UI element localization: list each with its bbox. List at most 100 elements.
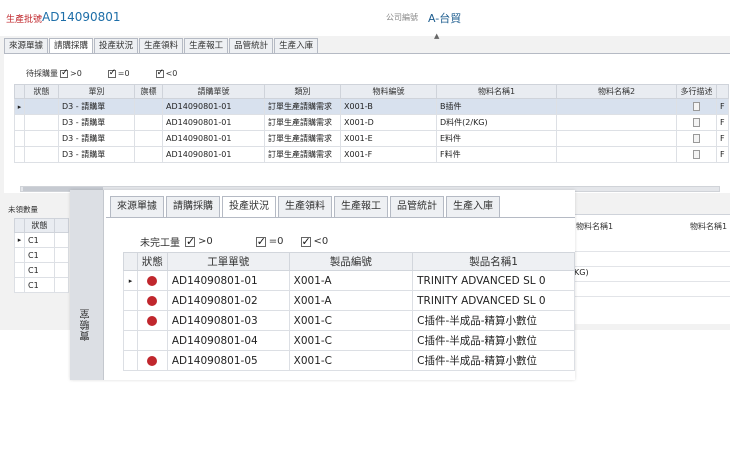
table-row[interactable]: C1 — [14, 247, 69, 263]
row-pointer-icon: ▸ — [14, 232, 25, 248]
col-item-name2[interactable]: 物料名稱2 — [556, 84, 677, 99]
cell-type: D3 - 請購單 — [58, 98, 135, 115]
table-row[interactable]: C1 — [14, 277, 69, 293]
status-dot-icon — [147, 315, 158, 326]
tab-source-docs[interactable]: 來源單據 — [4, 38, 49, 53]
cell-item-name: D料件(2/KG) — [436, 114, 557, 131]
cell-item-no: X001-F — [340, 146, 437, 163]
tab-purchase[interactable]: 請購採購 — [166, 196, 220, 217]
cell-item-name: E料件 — [436, 130, 557, 147]
col-item-name1[interactable]: 物料名稱1 — [436, 84, 557, 99]
filter-gt0-label: >0 — [70, 69, 82, 78]
cell-request-no: AD14090801-01 — [162, 130, 265, 147]
sidebar-label[interactable]: 實驗室 — [79, 308, 94, 341]
col-item-no[interactable]: 物料編號 — [340, 84, 437, 99]
table-row[interactable]: AD14090801-04 X001-C C插件-半成品-精算小數位 — [123, 330, 575, 351]
tab-production-status[interactable]: 投產狀況 — [222, 196, 276, 217]
document-icon[interactable] — [693, 118, 700, 127]
cell-code: C1 — [24, 232, 55, 248]
status-dot-icon — [147, 275, 158, 286]
cell-product-name: TRINITY ADVANCED SL 0 — [412, 270, 575, 291]
batch-number[interactable]: AD14090801 — [42, 10, 121, 24]
col-status[interactable]: 狀態 — [136, 252, 168, 271]
filter-label: 未完工量 — [140, 238, 180, 249]
cell-overflow: F — [716, 130, 729, 147]
cell-item-no: X001-B — [340, 98, 437, 115]
tab-material-issue[interactable]: 生產領料 — [278, 196, 332, 217]
tab-work-report[interactable]: 生產報工 — [334, 196, 388, 217]
col-product-no[interactable]: 製品編號 — [288, 252, 414, 271]
cell-code: C1 — [24, 262, 55, 278]
company-value[interactable]: A-台貿 — [428, 10, 461, 26]
filter-gt0-checkbox[interactable] — [60, 68, 69, 78]
cell-product-no: X001-A — [288, 270, 414, 291]
document-icon[interactable] — [693, 102, 700, 111]
col-overflow — [716, 84, 729, 99]
sidebar[interactable]: 實驗室 — [70, 190, 104, 380]
cell-product-no: X001-C — [288, 350, 414, 371]
filter-gt0-checkbox[interactable] — [185, 235, 195, 248]
cell-item-no: X001-D — [340, 114, 437, 131]
table-row[interactable]: C1 — [14, 262, 69, 278]
col-request-no[interactable]: 請購單號 — [162, 84, 265, 99]
tab-warehouse-in[interactable]: 生產入庫 — [274, 38, 319, 53]
tab-purchase[interactable]: 請購採購 — [49, 38, 94, 53]
table-row[interactable]: D3 - 請購單 AD14090801-01 訂單生產請購需求 X001-F F… — [14, 146, 729, 163]
col-description[interactable]: 多行描述 — [676, 84, 717, 99]
tab-qc-stats[interactable]: 品管統計 — [229, 38, 274, 53]
table-row[interactable]: ▸ D3 - 請購單 AD14090801-01 訂單生產請購需求 X001-B… — [14, 98, 729, 115]
col-work-order-no[interactable]: 工單單號 — [166, 252, 290, 271]
cell-work-order-no: AD14090801-05 — [166, 350, 290, 371]
grid-header-row: 狀態 單別 旗標 請購單號 類別 物料編號 物料名稱1 物料名稱2 多行描述 — [14, 84, 729, 99]
cell-overflow: F — [716, 114, 729, 131]
col-flag[interactable]: 旗標 — [134, 84, 163, 99]
col-product-name[interactable]: 製品名稱1 — [412, 252, 575, 271]
col-status[interactable]: 狀態 — [24, 84, 59, 99]
header-bar: 生產批號 AD14090801 公司編號 A-台貿 ▲ — [0, 0, 730, 40]
purchase-grid: 狀態 單別 旗標 請購單號 類別 物料編號 物料名稱1 物料名稱2 多行描述 ▸… — [14, 84, 729, 163]
filter-lt0-checkbox[interactable] — [300, 235, 311, 248]
table-row[interactable]: AD14090801-05 X001-C C插件-半成品-精算小數位 — [123, 350, 575, 371]
peek-header-2: 物料名稱1 — [690, 222, 728, 231]
lower-grid: 狀態 ▸ C1 C1 C1 C1 — [14, 218, 69, 293]
pending-purchase-filters: 待採購量 >0 =0 <0 — [26, 68, 177, 79]
cell-request-no: AD14090801-01 — [162, 98, 265, 115]
table-row[interactable]: D3 - 請購單 AD14090801-01 訂單生產請購需求 X001-E E… — [14, 130, 729, 147]
col-pointer — [14, 84, 25, 99]
table-row[interactable]: AD14090801-02 X001-A TRINITY ADVANCED SL… — [123, 290, 575, 311]
cell-work-order-no: AD14090801-03 — [166, 310, 290, 331]
filter-eq0-checkbox[interactable] — [255, 235, 266, 248]
table-row[interactable]: D3 - 請購單 AD14090801-01 訂單生產請購需求 X001-D D… — [14, 114, 729, 131]
tab-work-report[interactable]: 生產報工 — [184, 38, 229, 53]
cell-work-order-no: AD14090801-02 — [166, 290, 290, 311]
document-icon[interactable] — [693, 134, 700, 143]
col-category[interactable]: 類別 — [264, 84, 341, 99]
table-row[interactable]: AD14090801-03 X001-C C插件-半成品-精算小數位 — [123, 310, 575, 331]
company-label: 公司編號 — [386, 13, 418, 22]
caret-up-icon[interactable]: ▲ — [434, 32, 439, 40]
table-row[interactable]: ▸ AD14090801-01 X001-A TRINITY ADVANCED … — [123, 270, 575, 291]
cell-overflow: F — [716, 98, 729, 115]
row-pointer-icon: ▸ — [123, 270, 138, 291]
cell-product-name: C插件-半成品-精算小數位 — [412, 350, 575, 371]
tab-production-status[interactable]: 投產狀況 — [94, 38, 139, 53]
col-type[interactable]: 單別 — [58, 84, 135, 99]
cell-item-name: F料件 — [436, 146, 557, 163]
tab-material-issue[interactable]: 生產領料 — [139, 38, 184, 53]
status-dot-icon — [147, 355, 158, 366]
document-icon[interactable] — [693, 150, 700, 159]
tab-qc-stats[interactable]: 品管統計 — [390, 196, 444, 217]
work-order-grid: 狀態 工單單號 製品編號 製品名稱1 ▸ AD14090801-01 X001-… — [123, 252, 575, 371]
filter-lt0-checkbox[interactable] — [155, 68, 164, 78]
table-row[interactable]: ▸ C1 — [14, 232, 69, 248]
filter-eq0-checkbox[interactable] — [107, 68, 116, 78]
filter-gt0-label: >0 — [198, 236, 213, 247]
cell-request-no: AD14090801-01 — [162, 146, 265, 163]
tab-warehouse-in[interactable]: 生產入庫 — [446, 196, 500, 217]
front-window: 實驗室 來源單據 請購採購 投產狀況 生產領料 生產報工 品管統計 生產入庫 未… — [70, 190, 575, 380]
col-status[interactable]: 狀態 — [24, 218, 55, 233]
front-tab-bar: 來源單據 請購採購 投產狀況 生產領料 生產報工 品管統計 生產入庫 — [110, 196, 502, 217]
tab-source-docs[interactable]: 來源單據 — [110, 196, 164, 217]
cell-type: D3 - 請購單 — [58, 146, 135, 163]
cell-code: C1 — [24, 247, 55, 263]
